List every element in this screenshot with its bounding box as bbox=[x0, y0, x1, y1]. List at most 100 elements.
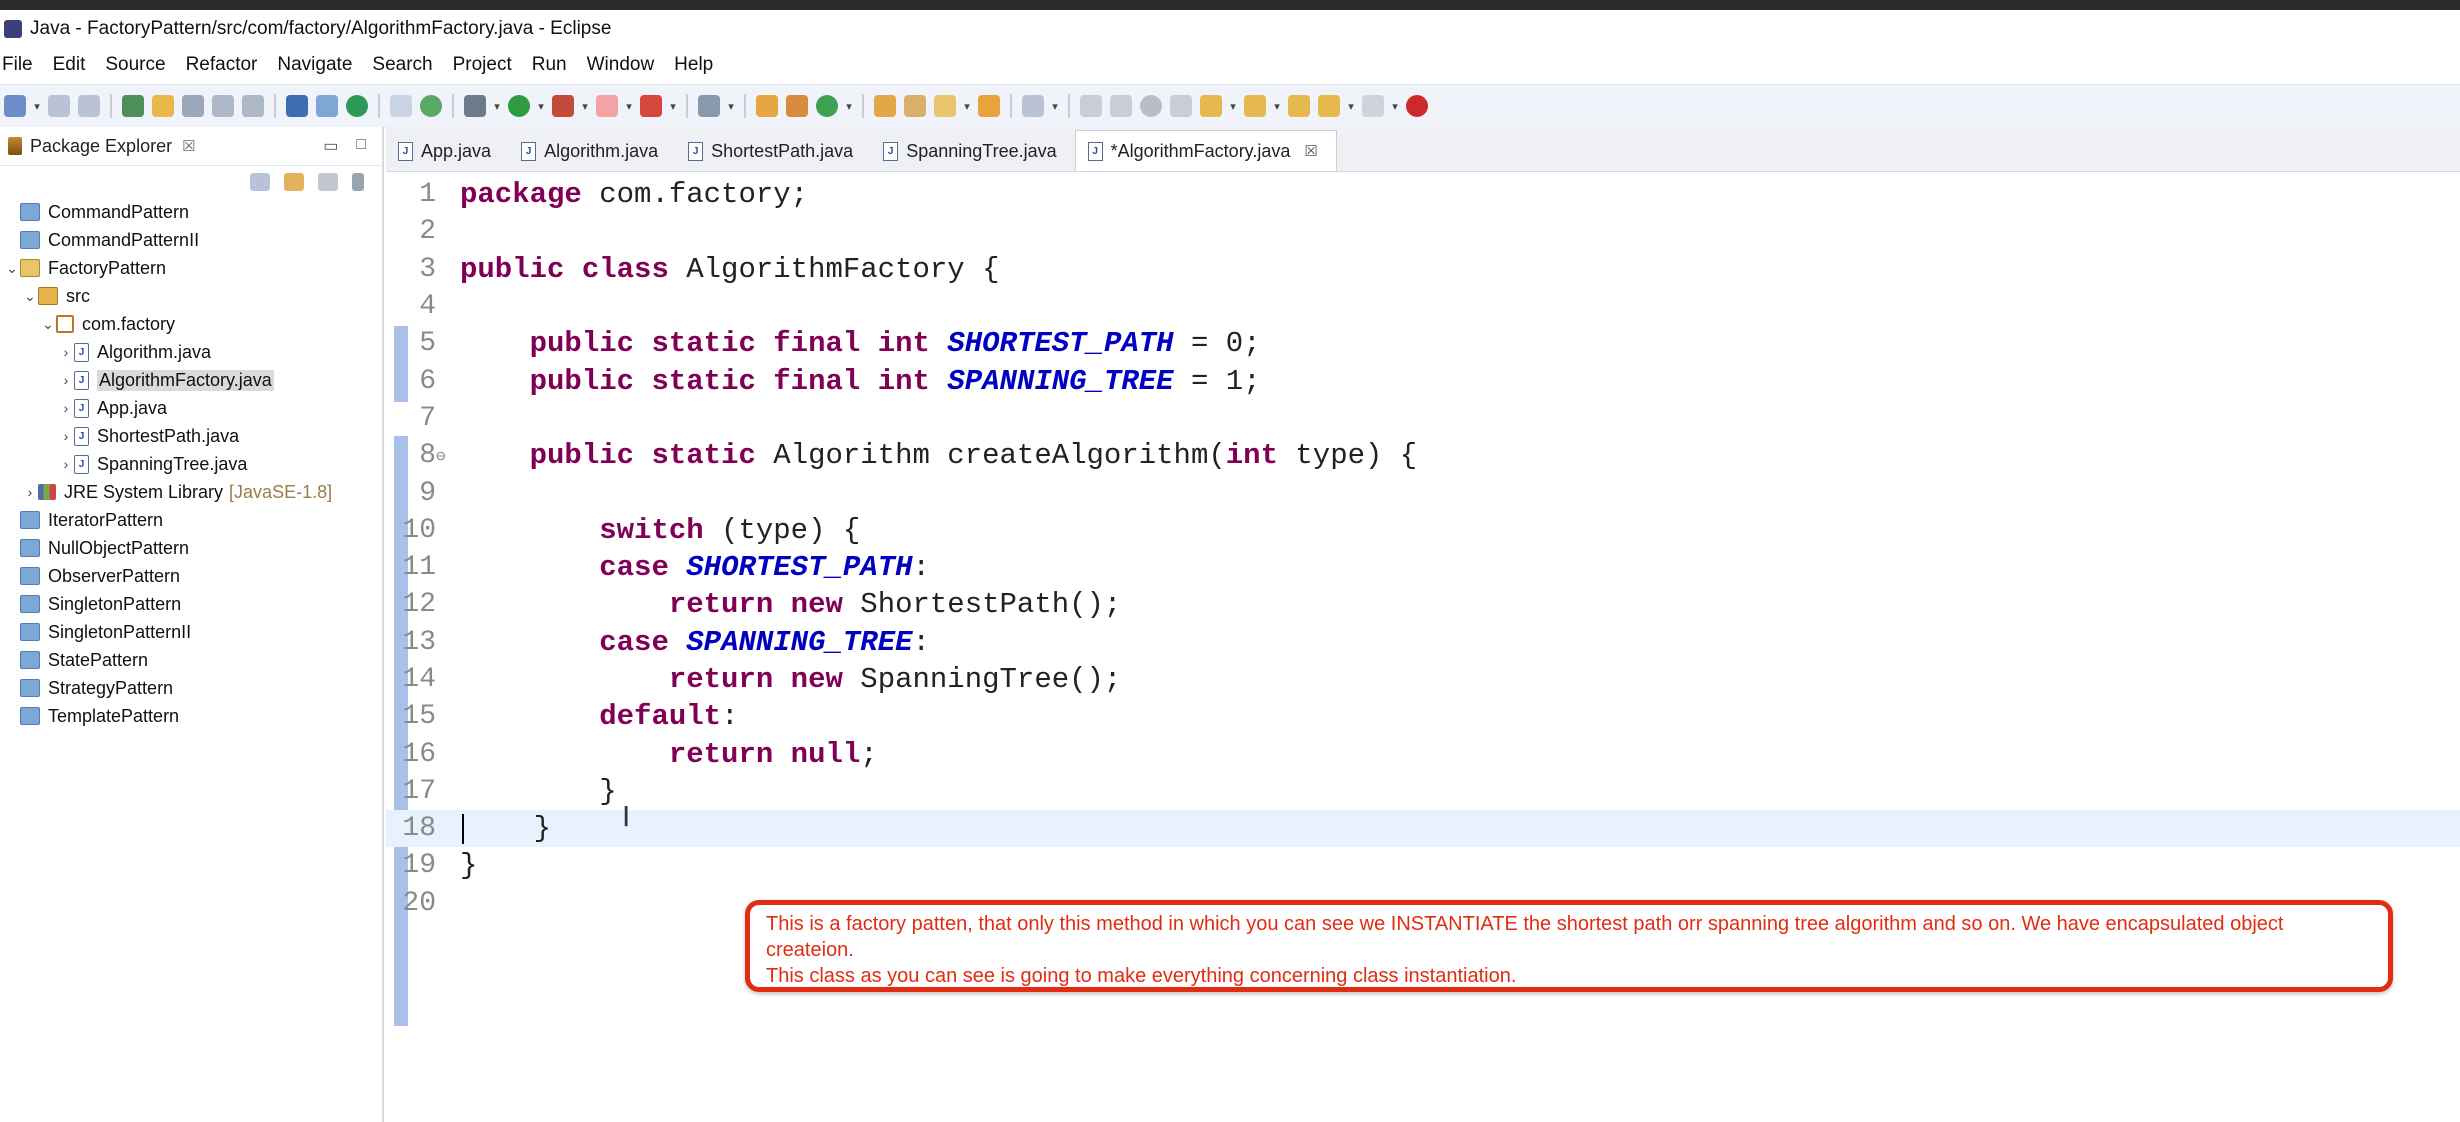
terminate-icon[interactable] bbox=[1140, 95, 1162, 117]
back-history-icon[interactable] bbox=[1318, 95, 1340, 117]
menu-window[interactable]: Window bbox=[577, 54, 665, 76]
minimize-icon[interactable]: ▭ bbox=[323, 136, 338, 156]
tree-item[interactable]: › J App.java bbox=[0, 394, 382, 422]
clipboard-icon[interactable] bbox=[1022, 95, 1044, 117]
console-icon[interactable] bbox=[286, 95, 308, 117]
external-tools-icon[interactable] bbox=[640, 95, 662, 117]
expanded-chevron-icon[interactable]: ⌄ bbox=[4, 260, 20, 277]
expanded-chevron-icon[interactable]: ⌄ bbox=[40, 316, 56, 333]
collapsed-chevron-icon[interactable]: › bbox=[58, 344, 74, 360]
menu-navigate[interactable]: Navigate bbox=[267, 54, 362, 76]
pointer-icon[interactable] bbox=[316, 95, 338, 117]
bug-icon[interactable] bbox=[464, 95, 486, 117]
package-explorer-tab[interactable]: Package Explorer ☒ ▭ □ bbox=[0, 127, 382, 166]
save-icon[interactable] bbox=[48, 95, 70, 117]
resume-icon[interactable] bbox=[1080, 95, 1102, 117]
menu-project[interactable]: Project bbox=[443, 54, 522, 76]
mark-occurrences-icon[interactable] bbox=[182, 95, 204, 117]
package-icon[interactable] bbox=[978, 95, 1000, 117]
collapsed-chevron-icon[interactable]: › bbox=[58, 428, 74, 444]
folder-icon[interactable] bbox=[904, 95, 926, 117]
annotation-next-dropdown-icon[interactable]: ▾ bbox=[1228, 95, 1238, 117]
tree-item[interactable]: CommandPatternII bbox=[0, 226, 382, 254]
editor-tab[interactable]: J App.java bbox=[386, 131, 509, 171]
forward-dropdown-icon[interactable]: ▾ bbox=[1390, 95, 1400, 117]
back-dropdown-icon[interactable]: ▾ bbox=[1346, 95, 1356, 117]
filter-icon[interactable] bbox=[318, 173, 338, 191]
collapsed-chevron-icon[interactable]: › bbox=[58, 372, 74, 388]
new-icon[interactable] bbox=[4, 95, 26, 117]
tree-item[interactable]: › J ShortestPath.java bbox=[0, 422, 382, 450]
tree-item[interactable]: › J SpanningTree.java bbox=[0, 450, 382, 478]
coverage-dropdown-icon[interactable]: ▾ bbox=[580, 95, 590, 117]
tree-item[interactable]: StatePattern bbox=[0, 646, 382, 674]
open-task-icon[interactable] bbox=[786, 95, 808, 117]
maximize-icon[interactable]: □ bbox=[356, 136, 366, 156]
coverage-icon[interactable] bbox=[552, 95, 574, 117]
editor-tab[interactable]: J Algorithm.java bbox=[509, 131, 676, 171]
pin-icon[interactable] bbox=[122, 95, 144, 117]
clipboard-dropdown-icon[interactable]: ▾ bbox=[1050, 95, 1060, 117]
menu-edit[interactable]: Edit bbox=[43, 54, 96, 76]
menu-run[interactable]: Run bbox=[522, 54, 577, 76]
run-dropdown-icon[interactable]: ▾ bbox=[536, 95, 546, 117]
expanded-chevron-icon[interactable]: ⌄ bbox=[22, 288, 38, 305]
refresh-icon[interactable] bbox=[420, 95, 442, 117]
debug-icon[interactable] bbox=[346, 95, 368, 117]
menu-search[interactable]: Search bbox=[362, 54, 442, 76]
external-tools-dropdown-icon[interactable]: ▾ bbox=[668, 95, 678, 117]
pencil-dropdown-icon[interactable]: ▾ bbox=[962, 95, 972, 117]
pencil-icon[interactable] bbox=[934, 95, 956, 117]
fold-icon[interactable]: ⊖ bbox=[436, 446, 452, 466]
editor-tab[interactable]: J *AlgorithmFactory.java ☒ bbox=[1074, 130, 1337, 171]
new-dropdown-icon[interactable]: ▾ bbox=[32, 95, 42, 117]
tree-item[interactable]: ⌄ FactoryPattern bbox=[0, 254, 382, 282]
plugin-icon[interactable] bbox=[1406, 95, 1428, 117]
collapsed-chevron-icon[interactable]: › bbox=[58, 400, 74, 416]
git-icon[interactable] bbox=[816, 95, 838, 117]
search-dropdown-icon[interactable]: ▾ bbox=[726, 95, 736, 117]
menu-refactor[interactable]: Refactor bbox=[176, 54, 268, 76]
open-perspective-icon[interactable] bbox=[874, 95, 896, 117]
close-icon[interactable]: ☒ bbox=[1304, 142, 1317, 160]
block-select-icon[interactable] bbox=[212, 95, 234, 117]
tree-item[interactable]: SingletonPattern bbox=[0, 590, 382, 618]
annotation-next-icon[interactable] bbox=[1200, 95, 1222, 117]
tree-item[interactable]: StrategyPattern bbox=[0, 674, 382, 702]
disconnect-icon[interactable] bbox=[1170, 95, 1192, 117]
whitespace-icon[interactable] bbox=[242, 95, 264, 117]
tree-item[interactable]: CommandPattern bbox=[0, 198, 382, 226]
annotation-prev-dropdown-icon[interactable]: ▾ bbox=[1272, 95, 1282, 117]
collapse-all-icon[interactable] bbox=[250, 173, 270, 191]
search-icon[interactable] bbox=[698, 95, 720, 117]
menu-file[interactable]: File bbox=[0, 54, 43, 76]
annotation-prev-icon[interactable] bbox=[1244, 95, 1266, 117]
tree-item[interactable]: NullObjectPattern bbox=[0, 534, 382, 562]
git-dropdown-icon[interactable]: ▾ bbox=[844, 95, 854, 117]
tree-item[interactable]: SingletonPatternII bbox=[0, 618, 382, 646]
collapsed-chevron-icon[interactable]: › bbox=[22, 484, 38, 500]
tree-item[interactable]: › J Algorithm.java bbox=[0, 338, 382, 366]
run-icon[interactable] bbox=[508, 95, 530, 117]
stop-dropdown-icon[interactable]: ▾ bbox=[624, 95, 634, 117]
tree-item[interactable]: › J AlgorithmFactory.java bbox=[0, 366, 382, 394]
stop-icon[interactable] bbox=[596, 95, 618, 117]
tree-item[interactable]: TemplatePattern bbox=[0, 702, 382, 730]
save-all-icon[interactable] bbox=[78, 95, 100, 117]
tree-item[interactable]: › JRE System Library [JavaSE-1.8] bbox=[0, 478, 382, 506]
menu-source[interactable]: Source bbox=[95, 54, 175, 76]
editor-tab[interactable]: J ShortestPath.java bbox=[676, 131, 871, 171]
task-icon[interactable] bbox=[390, 95, 412, 117]
tree-item[interactable]: IteratorPattern bbox=[0, 506, 382, 534]
back-icon[interactable] bbox=[1288, 95, 1310, 117]
tree-item[interactable]: ObserverPattern bbox=[0, 562, 382, 590]
collapsed-chevron-icon[interactable]: › bbox=[58, 456, 74, 472]
tree-item[interactable]: ⌄ src bbox=[0, 282, 382, 310]
editor-tab[interactable]: J SpanningTree.java bbox=[871, 131, 1074, 171]
forward-icon[interactable] bbox=[1362, 95, 1384, 117]
highlight-icon[interactable] bbox=[152, 95, 174, 117]
tree-item[interactable]: ⌄ com.factory bbox=[0, 310, 382, 338]
open-type-icon[interactable] bbox=[756, 95, 778, 117]
link-with-editor-icon[interactable] bbox=[284, 173, 304, 191]
suspend-icon[interactable] bbox=[1110, 95, 1132, 117]
